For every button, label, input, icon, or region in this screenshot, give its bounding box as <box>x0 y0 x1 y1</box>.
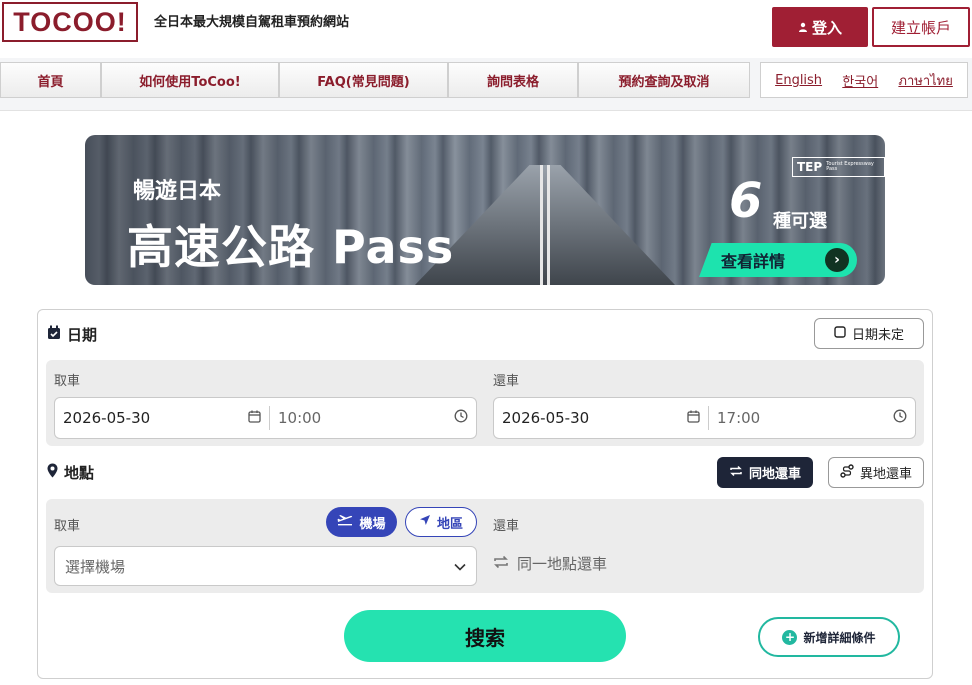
return-time-input[interactable]: 17:00 <box>709 398 915 438</box>
clock-icon <box>893 409 907 427</box>
date-undecided-button[interactable]: 日期未定 <box>814 318 924 349</box>
nav-item-home[interactable]: 首頁 <box>0 62 101 98</box>
calendar-icon <box>248 409 261 427</box>
main-content: 暢遊日本 高速公路 Pass TEP Tourist Expressway Pa… <box>0 110 972 685</box>
pickup-time-input[interactable]: 10:00 <box>270 398 476 438</box>
calendar-icon <box>47 325 61 344</box>
register-button[interactable]: 建立帳戶 <box>872 7 970 47</box>
return-date-label: 還車 <box>493 374 520 389</box>
location-section-title: 地點 <box>47 462 94 483</box>
chevron-right-icon: › <box>825 248 849 272</box>
clock-icon <box>454 409 468 427</box>
calendar-icon <box>687 409 700 427</box>
swap-icon <box>729 465 743 481</box>
date-fields-area: 取車 還車 2026-05-30 10:00 2026-05-30 17:00 <box>46 360 924 446</box>
login-button[interactable]: 登入 <box>772 7 868 47</box>
location-fields-area: 取車 機場 地區 選擇機場 還車 同一地點還車 <box>46 499 924 593</box>
user-icon <box>798 18 808 36</box>
logo-text: TOCOO! <box>13 6 127 37</box>
nav-item-how-to-use[interactable]: 如何使用ToCoo! <box>101 62 279 98</box>
airplane-icon <box>337 514 353 530</box>
airport-select[interactable]: 選擇機場 <box>54 546 477 586</box>
pickup-location-label: 取車 <box>54 519 81 534</box>
return-date-input[interactable]: 2026-05-30 <box>494 398 708 438</box>
lang-thai[interactable]: ภาษาไทย <box>898 70 952 91</box>
area-tab[interactable]: 地區 <box>405 507 477 537</box>
site-header: TOCOO! 全日本最大規模自駕租車預約網站 登入 建立帳戶 <box>0 0 972 58</box>
main-nav: 首頁 如何使用ToCoo! FAQ(常見問題) 詢問表格 預約查詢及取消 <box>0 62 750 98</box>
return-location-label: 還車 <box>493 519 520 534</box>
add-conditions-button[interactable]: + 新增詳細條件 <box>758 617 900 657</box>
banner-subtitle: 暢遊日本 <box>133 179 222 204</box>
register-label: 建立帳戶 <box>890 18 951 37</box>
return-datetime-field: 2026-05-30 17:00 <box>493 397 916 439</box>
view-details-button[interactable]: 查看詳情 › <box>699 243 857 277</box>
lang-english[interactable]: English <box>775 73 822 88</box>
different-return-toggle[interactable]: 異地還車 <box>828 457 924 488</box>
checkbox-icon <box>834 325 846 342</box>
pickup-date-input[interactable]: 2026-05-30 <box>55 398 269 438</box>
pickup-datetime-field: 2026-05-30 10:00 <box>54 397 477 439</box>
pass-count-text: 種可選 <box>773 211 827 232</box>
nav-item-contact[interactable]: 詢問表格 <box>448 62 578 98</box>
chevron-down-icon <box>454 557 466 575</box>
map-pin-icon <box>47 463 58 482</box>
nav-item-booking-lookup[interactable]: 預約查詢及取消 <box>578 62 750 98</box>
plus-icon: + <box>782 629 798 645</box>
date-section-title: 日期 <box>47 324 97 345</box>
lang-korean[interactable]: 한국어 <box>842 71 878 90</box>
tep-badge: TEP Tourist Expressway Pass <box>792 157 885 177</box>
search-form: 日期 日期未定 取車 還車 2026-05-30 10:00 2026-05-3… <box>37 309 933 679</box>
same-return-toggle[interactable]: 同地還車 <box>717 457 813 488</box>
tagline: 全日本最大規模自駕租車預約網站 <box>154 15 350 30</box>
pickup-date-label: 取車 <box>54 374 81 389</box>
return-same-location: 同一地點還車 <box>493 553 607 574</box>
pass-count: 6 <box>729 173 763 229</box>
nav-item-faq[interactable]: FAQ(常見問題) <box>279 62 448 98</box>
expressway-pass-banner[interactable]: 暢遊日本 高速公路 Pass TEP Tourist Expressway Pa… <box>85 135 885 285</box>
airport-tab[interactable]: 機場 <box>326 507 397 537</box>
swap-icon <box>493 555 509 573</box>
language-switcher: English 한국어 ภาษาไทย <box>760 62 968 98</box>
banner-title: 高速公路 Pass <box>127 220 455 274</box>
logo[interactable]: TOCOO! <box>2 2 138 42</box>
route-icon <box>840 463 854 482</box>
navigation-arrow-icon <box>419 514 431 530</box>
search-button[interactable]: 搜索 <box>344 610 626 662</box>
login-label: 登入 <box>811 18 842 37</box>
